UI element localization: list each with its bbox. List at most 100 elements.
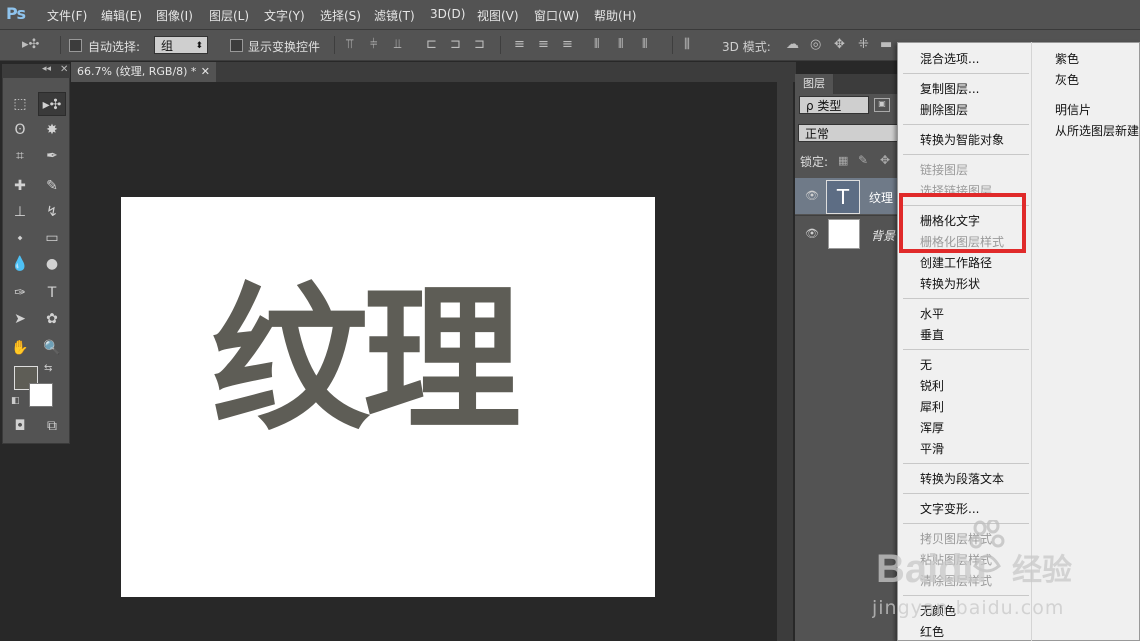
submenu-item[interactable]: 明信片: [1055, 101, 1091, 118]
align-right-icon[interactable]: ⊐: [474, 37, 485, 52]
menu-help[interactable]: 帮助(H): [594, 7, 636, 24]
document-tab[interactable]: 66.7% (纹理, RGB/8) * ✕: [71, 62, 216, 82]
eyedropper-icon[interactable]: ✒: [38, 144, 66, 168]
context-menu-item[interactable]: 浑厚: [920, 419, 944, 436]
menu-layer[interactable]: 图层(L): [209, 7, 249, 24]
3d-drag-icon[interactable]: ✥: [834, 37, 845, 52]
menu-image[interactable]: 图像(I): [156, 7, 193, 24]
distribute-right-icon[interactable]: ⫴: [642, 37, 647, 52]
layer-filter-dropdown[interactable]: ρ 类型: [799, 96, 869, 114]
layer-name[interactable]: 纹理: [869, 189, 893, 206]
layers-tab[interactable]: 图层: [795, 74, 834, 94]
context-menu-item[interactable]: 垂直: [920, 326, 944, 343]
submenu-item[interactable]: 灰色: [1055, 71, 1079, 88]
collapse-icon[interactable]: ◂◂: [42, 64, 51, 74]
menu-type[interactable]: 文字(Y): [264, 7, 305, 24]
align-bottom-icon[interactable]: ⫫: [394, 37, 401, 52]
context-menu-item[interactable]: 转换为段落文本: [920, 470, 1004, 487]
distribute-bottom-icon[interactable]: ≡: [562, 37, 573, 52]
context-menu-item[interactable]: 混合选项...: [920, 50, 979, 67]
context-menu-item[interactable]: 犀利: [920, 398, 944, 415]
quick-mask-icon[interactable]: ◘: [6, 414, 34, 438]
context-menu-item[interactable]: 平滑: [920, 440, 944, 457]
eraser-tool-icon[interactable]: ⬩: [6, 226, 34, 250]
3d-roll-icon[interactable]: ◎: [810, 37, 821, 52]
show-transform-checkbox[interactable]: [230, 39, 243, 52]
marquee-tool-icon[interactable]: ⬚: [6, 92, 34, 116]
move-tool-icon[interactable]: ▸✣: [22, 37, 39, 52]
visibility-eye-icon[interactable]: 👁: [805, 227, 819, 240]
visibility-eye-icon[interactable]: 👁: [805, 189, 819, 202]
context-menu-item[interactable]: 转换为形状: [920, 275, 980, 292]
context-menu-item[interactable]: 水平: [920, 305, 944, 322]
lock-pixels-icon[interactable]: ✎: [858, 153, 868, 167]
close-toolbox-icon[interactable]: ✕: [60, 64, 68, 75]
lock-transparent-icon[interactable]: ▦: [838, 154, 848, 167]
magic-wand-icon[interactable]: ✸: [38, 118, 66, 142]
highlight-box: [899, 193, 1026, 253]
distribute-hcenter-icon[interactable]: ⫴: [618, 37, 623, 52]
layer-row-background[interactable]: 👁 背景: [795, 215, 900, 252]
lock-position-icon[interactable]: ✥: [880, 153, 890, 167]
align-left-icon[interactable]: ⊏: [426, 37, 437, 52]
zoom-tool-icon[interactable]: 🔍: [38, 336, 66, 360]
menu-file[interactable]: 文件(F): [47, 7, 87, 24]
3d-slide-icon[interactable]: ⁜: [858, 37, 869, 52]
distribute-left-icon[interactable]: ⫴: [594, 37, 599, 52]
swap-colors-icon[interactable]: ⇆: [44, 363, 52, 374]
shape-tool-icon[interactable]: ✿: [38, 307, 66, 331]
history-brush-icon[interactable]: ↯: [38, 200, 66, 224]
canvas-scrollbar[interactable]: [777, 82, 793, 641]
layer-row-text[interactable]: 👁 T 纹理: [795, 178, 900, 214]
close-tab-icon[interactable]: ✕: [201, 62, 210, 82]
3d-mode-label: 3D 模式:: [722, 40, 771, 54]
context-menu-item[interactable]: 复制图层...: [920, 80, 979, 97]
pen-tool-icon[interactable]: ✑: [6, 281, 34, 305]
blend-mode-dropdown[interactable]: 正常: [798, 124, 900, 142]
crop-tool-icon[interactable]: ⌗: [6, 144, 34, 168]
menu-filter[interactable]: 滤镜(T): [374, 7, 415, 24]
context-menu-item[interactable]: 删除图层: [920, 101, 968, 118]
menu-view[interactable]: 视图(V): [477, 7, 519, 24]
3d-scale-icon[interactable]: ▬: [880, 37, 892, 52]
gradient-tool-icon[interactable]: ▭: [38, 226, 66, 250]
hand-tool-icon[interactable]: ✋: [6, 336, 34, 360]
align-hcenter-icon[interactable]: ⊐: [450, 37, 461, 52]
healing-brush-icon[interactable]: ✚: [6, 174, 34, 198]
distribute-top-icon[interactable]: ≡: [514, 37, 525, 52]
auto-align-icon[interactable]: ⫼: [684, 37, 690, 52]
path-select-icon[interactable]: ➤: [6, 307, 34, 331]
layer-name[interactable]: 背景: [871, 227, 895, 244]
background-color-swatch[interactable]: [29, 383, 53, 407]
menu-separator: [903, 298, 1029, 299]
image-filter-icon[interactable]: ▣: [874, 98, 890, 112]
toolbox-header[interactable]: ◂◂ ✕: [2, 64, 70, 78]
align-top-icon[interactable]: ⫪: [346, 37, 353, 52]
auto-select-dropdown[interactable]: 组 ⬍: [154, 36, 208, 54]
blur-tool-icon[interactable]: 💧: [6, 252, 34, 276]
distribute-vcenter-icon[interactable]: ≡: [538, 37, 549, 52]
dodge-tool-icon[interactable]: ●: [38, 252, 66, 276]
context-menu-item[interactable]: 文字变形...: [920, 500, 979, 517]
menu-edit[interactable]: 编辑(E): [101, 7, 142, 24]
3d-rotate-icon[interactable]: ☁: [786, 37, 799, 52]
stamp-tool-icon[interactable]: ⊥: [6, 200, 34, 224]
canvas-text-layer[interactable]: 纹理: [211, 282, 521, 440]
context-menu-item[interactable]: 转换为智能对象: [920, 131, 1004, 148]
context-menu-item[interactable]: 无: [920, 356, 932, 373]
menu-window[interactable]: 窗口(W): [534, 7, 579, 24]
auto-select-checkbox[interactable]: [69, 39, 82, 52]
default-colors-icon[interactable]: ◧: [11, 396, 20, 406]
context-menu-item[interactable]: 创建工作路径: [920, 254, 992, 271]
brush-tool-icon[interactable]: ✎: [38, 174, 66, 198]
align-vcenter-icon[interactable]: ⫩: [370, 37, 377, 52]
type-tool-icon[interactable]: T: [38, 281, 66, 305]
screen-mode-icon[interactable]: ⧉: [38, 414, 66, 438]
lasso-tool-icon[interactable]: ʘ: [6, 118, 34, 142]
move-tool-icon[interactable]: ▸✣: [38, 92, 66, 116]
context-menu-item[interactable]: 锐利: [920, 377, 944, 394]
menu-3d[interactable]: 3D(D): [430, 7, 465, 21]
menu-select[interactable]: 选择(S): [320, 7, 361, 24]
submenu-item[interactable]: 从所选图层新建: [1055, 122, 1139, 139]
submenu-item[interactable]: 紫色: [1055, 50, 1079, 67]
